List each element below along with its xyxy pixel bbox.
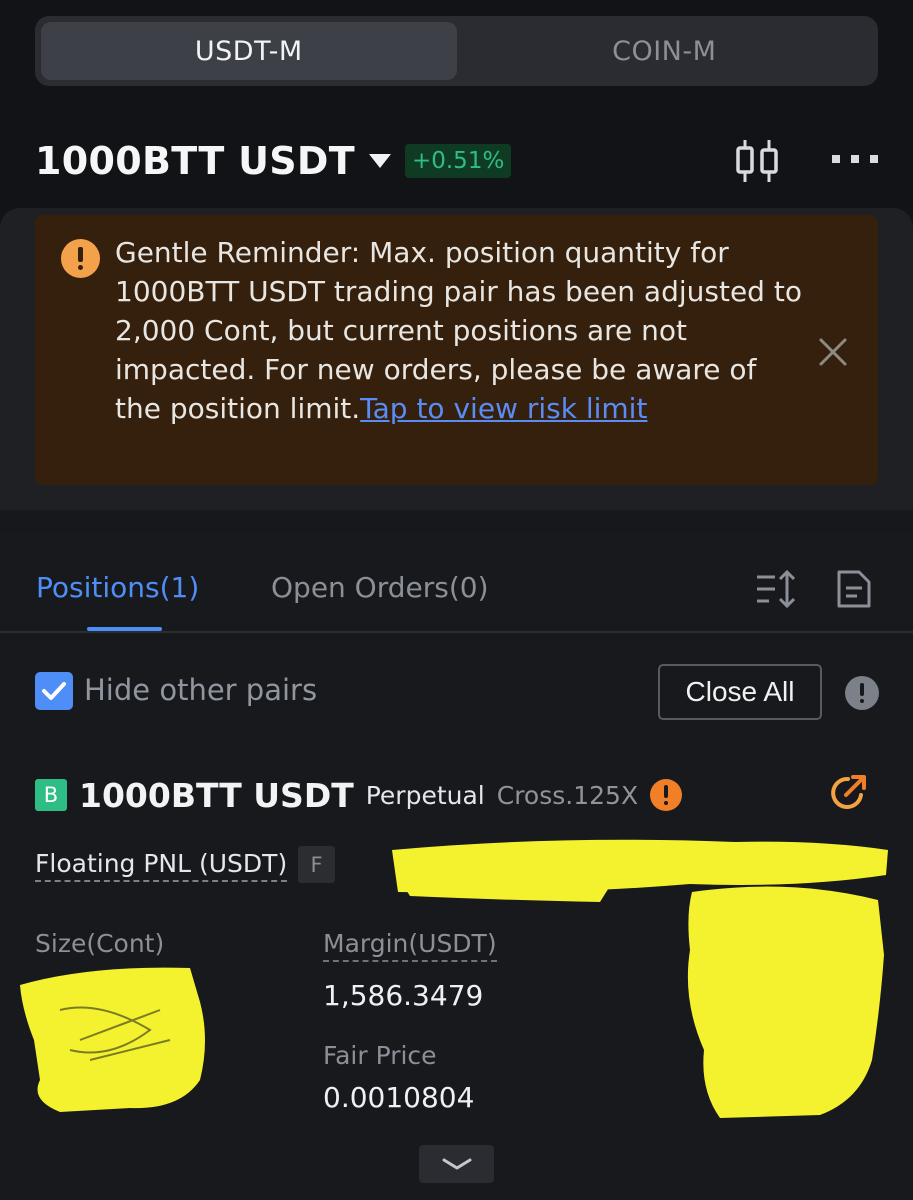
redaction-scribble [20,839,888,1118]
